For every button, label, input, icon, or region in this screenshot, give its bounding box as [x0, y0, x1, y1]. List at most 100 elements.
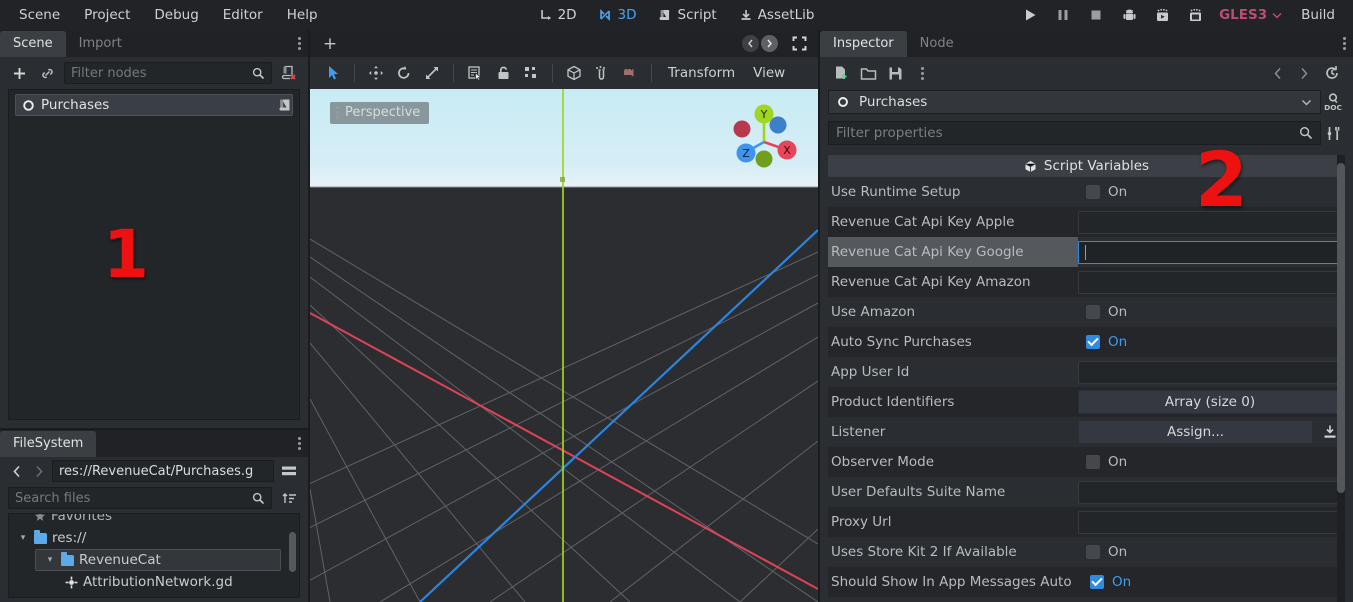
scene-dock-menu-icon[interactable] [297, 37, 301, 50]
filter-properties-box[interactable] [828, 121, 1321, 145]
input-revenuecat-api-key-apple[interactable] [1078, 210, 1342, 234]
fs-item-res-root[interactable]: ▾ res:// [9, 527, 299, 549]
next-scene-button[interactable] [761, 35, 778, 52]
property-row-revenuecat-api-key-amazon[interactable]: Revenue Cat Api Key Amazon [828, 267, 1345, 297]
pause-button[interactable] [1048, 2, 1078, 28]
remove-script-button[interactable] [278, 62, 300, 84]
lock-button[interactable] [490, 61, 516, 85]
filesystem-tree[interactable]: Favorites ▾ res:// ▾ RevenueCat Attribut… [8, 513, 300, 598]
property-value[interactable]: On [1082, 567, 1345, 597]
move-mode-button[interactable] [363, 61, 389, 85]
mode-button-script[interactable]: Script [650, 3, 726, 27]
history-back-button[interactable] [8, 461, 26, 481]
play-custom-scene-button[interactable] [1180, 2, 1210, 28]
current-path-field[interactable]: res://RevenueCat/Purchases.g [52, 460, 274, 482]
property-value[interactable]: Assign... [1078, 417, 1345, 447]
history-forward-button[interactable] [30, 461, 48, 481]
scale-mode-button[interactable] [419, 61, 445, 85]
property-value[interactable] [1078, 507, 1345, 537]
menu-editor[interactable]: Editor [212, 3, 274, 27]
transform-menu-button[interactable]: Transform [660, 61, 743, 85]
add-node-button[interactable] [8, 62, 30, 84]
input-app-user-id[interactable] [1078, 360, 1342, 384]
input-revenuecat-api-key-google[interactable] [1078, 240, 1342, 264]
load-resource-button[interactable] [857, 62, 879, 84]
stop-button[interactable] [1081, 2, 1111, 28]
filesystem-dock-menu-icon[interactable] [297, 437, 301, 450]
select-mode-button[interactable] [320, 61, 346, 85]
checkbox-use-amazon[interactable] [1086, 305, 1100, 319]
splitter-scene-filesystem[interactable] [0, 428, 308, 430]
checkbox-auto-sync-purchases[interactable] [1086, 335, 1100, 349]
input-user-defaults-suite-name[interactable] [1078, 480, 1342, 504]
property-value[interactable] [1078, 357, 1345, 387]
3d-viewport-canvas[interactable]: Perspective Y X Z [310, 89, 818, 602]
property-value[interactable] [1078, 207, 1345, 237]
chevron-down-icon[interactable] [1301, 99, 1312, 106]
search-files-input[interactable] [15, 490, 248, 506]
input-proxy-url[interactable] [1078, 510, 1342, 534]
property-value[interactable] [1078, 477, 1345, 507]
mode-button-assetlib[interactable]: AssetLib [730, 3, 824, 27]
search-files-box[interactable] [8, 487, 272, 509]
button-product-identifiers-array[interactable]: Array (size 0) [1078, 390, 1342, 414]
property-row-revenuecat-api-key-google[interactable]: Revenue Cat Api Key Google [828, 237, 1345, 267]
property-row-app-user-id[interactable]: App User Id [828, 357, 1345, 387]
perspective-menu-button[interactable]: Perspective [330, 102, 430, 124]
tab-scene[interactable]: Scene [0, 31, 66, 57]
fs-item-favorites[interactable]: Favorites [9, 514, 299, 527]
snap-button[interactable] [589, 61, 615, 85]
play-scene-button[interactable] [1147, 2, 1177, 28]
fs-item-attributionnetwork[interactable]: AttributionNetwork.gd [57, 571, 299, 593]
property-value[interactable] [1078, 237, 1345, 267]
splitter-viewport-inspector[interactable] [818, 30, 820, 602]
scene-tree[interactable]: Purchases 1 [8, 89, 300, 420]
filter-nodes-box[interactable] [64, 62, 272, 84]
build-button[interactable]: Build [1291, 3, 1345, 27]
section-script-variables[interactable]: Script Variables [828, 155, 1345, 177]
fs-item-revenuecat[interactable]: ▾ RevenueCat [35, 549, 281, 571]
prev-scene-button[interactable] [742, 35, 759, 52]
camera-preview-button[interactable] [617, 61, 643, 85]
mode-button-2d[interactable]: 2D [530, 3, 586, 27]
property-row-user-defaults-suite-name[interactable]: User Defaults Suite Name [828, 477, 1345, 507]
menu-scene[interactable]: Scene [8, 3, 71, 27]
inspector-node-selector[interactable]: Purchases [828, 90, 1321, 114]
distraction-free-button[interactable] [788, 33, 810, 55]
scene-tree-node-purchases[interactable]: Purchases [15, 94, 293, 116]
play-button[interactable] [1015, 2, 1045, 28]
property-row-should-show-in-app-messages-auto[interactable]: Should Show In App Messages Auto On [828, 567, 1345, 597]
splitter-scene-viewport[interactable] [308, 30, 310, 602]
open-script-button[interactable] [275, 95, 295, 115]
tab-node[interactable]: Node [907, 31, 967, 57]
property-row-observer-mode[interactable]: Observer Mode On [828, 447, 1345, 477]
sort-files-button[interactable] [278, 487, 300, 509]
property-row-proxy-url[interactable]: Proxy Url [828, 507, 1345, 537]
property-row-listener[interactable]: Listener Assign... [828, 417, 1345, 447]
inspector-history-button[interactable] [1321, 62, 1343, 84]
checkbox-observer-mode[interactable] [1086, 455, 1100, 469]
save-resource-button[interactable] [884, 62, 906, 84]
input-revenuecat-api-key-amazon[interactable] [1078, 270, 1342, 294]
rotate-mode-button[interactable] [391, 61, 417, 85]
property-row-use-runtime-setup[interactable]: Use Runtime Setup On [828, 177, 1345, 207]
property-row-product-identifiers[interactable]: Product Identifiers Array (size 0) [828, 387, 1345, 417]
inspector-properties-list[interactable]: Script Variables Use Runtime Setup On Re… [828, 155, 1345, 602]
property-value[interactable]: On [1078, 177, 1345, 207]
filesystem-scrollbar[interactable] [289, 532, 296, 572]
button-listener-assign[interactable]: Assign... [1078, 420, 1313, 444]
add-scene-tab-button[interactable]: + [318, 33, 342, 55]
group-button[interactable] [518, 61, 544, 85]
open-documentation-button[interactable]: DOC [1321, 90, 1345, 114]
property-value[interactable]: On [1078, 537, 1345, 567]
history-next-button[interactable] [1295, 63, 1313, 83]
mode-button-3d[interactable]: 3D [590, 3, 646, 27]
tab-inspector[interactable]: Inspector [820, 31, 907, 57]
filter-properties-input[interactable] [836, 125, 1294, 141]
history-prev-button[interactable] [1269, 63, 1287, 83]
tab-import[interactable]: Import [66, 31, 135, 57]
tree-expander-icon[interactable]: ▾ [44, 555, 56, 565]
menu-debug[interactable]: Debug [143, 3, 209, 27]
property-value[interactable] [1078, 267, 1345, 297]
checkbox-use-runtime-setup[interactable] [1086, 185, 1100, 199]
